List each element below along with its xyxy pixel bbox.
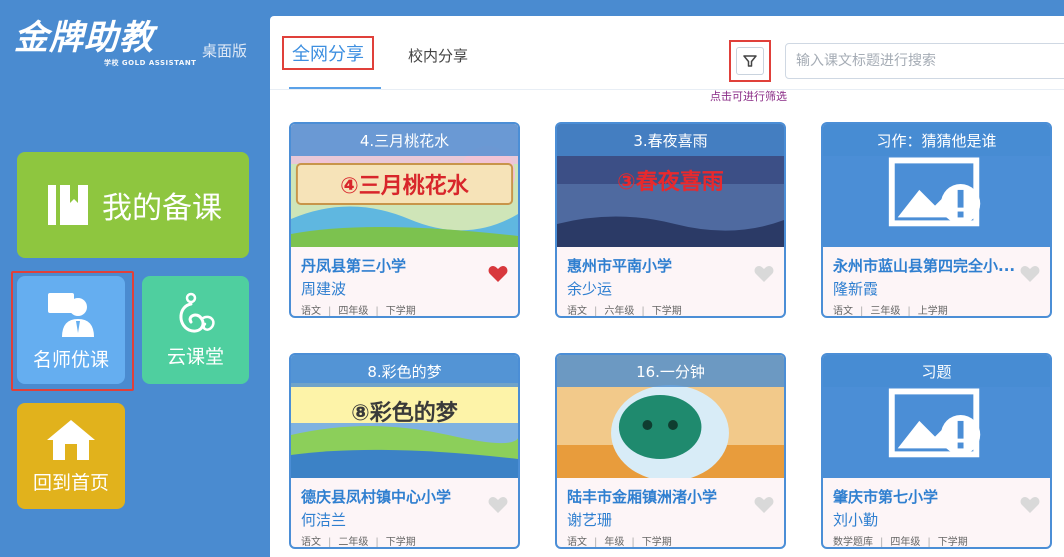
course-card[interactable]: 3.春夜喜雨 ③春夜喜雨 惠州市平南小学 余少运 语文 | 六年级 | 下学期 <box>555 122 786 318</box>
card-teacher: 余少运 <box>567 280 613 298</box>
logo-subtext: 学校 GOLD ASSISTANT <box>104 59 197 67</box>
card-thumbnail: 习作：猜猜他是谁 <box>823 124 1050 247</box>
card-grade: 四年级 <box>890 537 921 548</box>
card-thumbnail: 4.三月桃花水 ④三月桃花水 <box>291 124 518 247</box>
home-icon <box>47 419 95 460</box>
card-term: 下学期 <box>385 306 416 317</box>
like-heart-icon[interactable] <box>1020 496 1040 514</box>
cloud-class-button[interactable]: 云课堂 <box>142 276 249 384</box>
course-card[interactable]: 习题 肇庆市第七小学 刘小勤 数学题库 | 四年级 | 下学期 <box>821 353 1052 549</box>
card-grade: 四年级 <box>338 306 369 317</box>
my-prep-label: 我的备课 <box>102 191 222 226</box>
card-school: 肇庆市第七小学 <box>833 488 939 506</box>
course-card[interactable]: 8.彩色的梦 ⑧彩色的梦 德庆县凤村镇中心小学 何洁兰 语文 | 二年级 | 下学期 <box>289 353 520 549</box>
like-heart-icon[interactable] <box>754 496 774 514</box>
like-heart-icon[interactable] <box>1020 265 1040 283</box>
filter-icon <box>743 55 757 67</box>
book-icon <box>48 185 88 225</box>
search-input[interactable] <box>785 43 1064 79</box>
card-term: 下学期 <box>641 537 672 548</box>
home-label: 回到首页 <box>32 471 109 494</box>
card-school: 德庆县凤村镇中心小学 <box>301 488 452 506</box>
like-heart-icon[interactable] <box>754 265 774 283</box>
card-meta: 语文 | 四年级 | 下学期 <box>301 306 416 317</box>
card-banner: ⑧彩色的梦 <box>351 401 458 426</box>
card-meta: 语文 | 六年级 | 下学期 <box>567 306 682 317</box>
card-meta: 数学题库 | 四年级 | 下学期 <box>833 537 968 548</box>
card-term: 上学期 <box>917 306 948 317</box>
card-school: 陆丰市金厢镇洲渚小学 <box>567 488 718 506</box>
card-grade: 三年级 <box>870 306 901 317</box>
card-title: 习题 <box>823 355 1050 387</box>
card-thumbnail: 16.一分钟 <box>557 355 784 478</box>
card-teacher: 隆新霞 <box>833 280 879 298</box>
famous-teacher-button[interactable]: 名师优课 <box>17 276 125 384</box>
card-thumbnail: 习题 <box>823 355 1050 478</box>
course-card[interactable]: 习作：猜猜他是谁 永州市蓝山县第四完全小... 隆新霞 语文 | 三年级 | 上学期 <box>821 122 1052 318</box>
card-teacher: 何洁兰 <box>301 511 347 529</box>
card-thumbnail: 3.春夜喜雨 ③春夜喜雨 <box>557 124 784 247</box>
card-subject: 数学题库 <box>833 537 873 548</box>
card-thumbnail: 8.彩色的梦 ⑧彩色的梦 <box>291 355 518 478</box>
card-meta: 语文 | 年级 | 下学期 <box>567 537 672 548</box>
card-subject: 语文 <box>301 537 321 548</box>
tab-divider <box>270 89 1064 90</box>
card-teacher: 周建波 <box>301 280 347 298</box>
card-banner: ③春夜喜雨 <box>617 170 724 195</box>
card-teacher: 谢艺珊 <box>567 511 613 529</box>
card-school: 丹凤县第三小学 <box>301 257 407 275</box>
card-banner: ④三月桃花水 <box>340 174 469 199</box>
like-heart-icon[interactable] <box>488 265 508 283</box>
card-teacher: 刘小勤 <box>833 511 879 529</box>
card-meta: 语文 | 三年级 | 上学期 <box>833 306 948 317</box>
card-title: 4.三月桃花水 <box>291 124 518 156</box>
my-prep-button[interactable]: 我的备课 <box>17 152 249 258</box>
card-school: 永州市蓝山县第四完全小... <box>833 257 1016 275</box>
teacher-icon <box>48 292 94 337</box>
card-school: 惠州市平南小学 <box>567 257 673 275</box>
logo-text: 金牌助教 <box>14 18 154 58</box>
card-title: 16.一分钟 <box>557 355 784 387</box>
course-card[interactable]: 16.一分钟 陆丰市金厢镇洲渚小学 谢艺珊 语文 | 年级 | 下学期 <box>555 353 786 549</box>
card-term: 下学期 <box>937 537 968 548</box>
edition-label: 桌面版 <box>202 42 248 60</box>
card-subject: 语文 <box>567 537 587 548</box>
card-grade: 二年级 <box>338 537 369 548</box>
cloud-class-icon <box>179 292 215 332</box>
tab-all-share[interactable]: 全网分享 <box>282 36 374 70</box>
card-term: 下学期 <box>651 306 682 317</box>
like-heart-icon[interactable] <box>488 496 508 514</box>
cloud-class-label: 云课堂 <box>166 345 224 368</box>
filter-icon-box <box>736 47 764 75</box>
filter-button[interactable] <box>729 40 771 82</box>
filter-hint: 点击可进行筛选 <box>710 90 787 103</box>
tab-school-share[interactable]: 校内分享 <box>408 45 468 66</box>
famous-teacher-label: 名师优课 <box>32 348 109 371</box>
card-title: 3.春夜喜雨 <box>557 124 784 156</box>
card-subject: 语文 <box>833 306 853 317</box>
card-term: 下学期 <box>385 537 416 548</box>
app-logo: 金牌助教 学校 GOLD ASSISTANT 桌面版 <box>14 18 254 78</box>
card-title: 习作：猜猜他是谁 <box>823 124 1050 156</box>
card-grade: 年级 <box>604 537 625 548</box>
card-subject: 语文 <box>567 306 587 317</box>
card-meta: 语文 | 二年级 | 下学期 <box>301 537 416 548</box>
card-title: 8.彩色的梦 <box>291 355 518 387</box>
home-button[interactable]: 回到首页 <box>17 403 125 509</box>
card-grade: 六年级 <box>604 306 635 317</box>
course-card[interactable]: 4.三月桃花水 ④三月桃花水 丹凤县第三小学 周建波 语文 | 四年级 | 下学期 <box>289 122 520 318</box>
card-subject: 语文 <box>301 306 321 317</box>
